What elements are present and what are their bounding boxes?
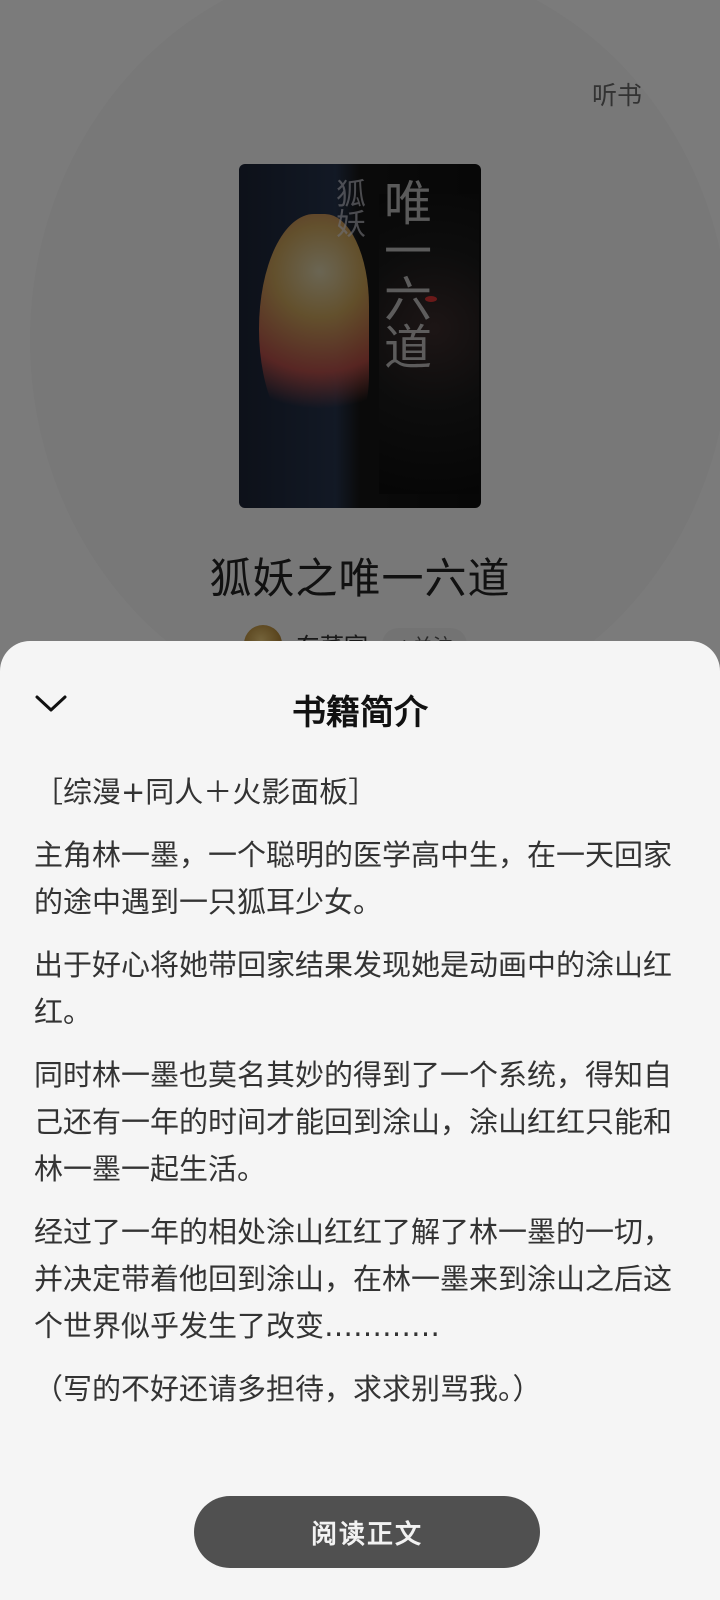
synopsis-paragraph: 出于好心将她带回家结果发现她是动画中的涂山红红。 — [34, 948, 673, 1029]
synopsis-paragraph: 同时林一墨也莫名其妙的得到了一个系统，得知自己还有一年的时间才能回到涂山，涂山红… — [34, 1058, 673, 1186]
synopsis-paragraph: ［综漫+同人＋火影面板］ — [34, 775, 378, 809]
synopsis-paragraph: 经过了一年的相处涂山红红了解了林一墨的一切，并决定带着他回到涂山，在林一墨来到涂… — [34, 1215, 673, 1343]
read-content-button[interactable]: 阅读正文 — [194, 1496, 540, 1568]
synopsis-text: ［综漫+同人＋火影面板］ 主角林一墨，一个聪明的医学高中生，在一天回家的途中遇到… — [34, 769, 686, 1429]
synopsis-paragraph: 主角林一墨，一个聪明的医学高中生，在一天回家的途中遇到一只狐耳少女。 — [34, 838, 673, 919]
sheet-title: 书籍简介 — [292, 693, 428, 733]
synopsis-sheet: 书籍简介 ［综漫+同人＋火影面板］ 主角林一墨，一个聪明的医学高中生，在一天回家… — [0, 641, 720, 1600]
synopsis-paragraph: （写的不好还请多担待，求求别骂我。） — [34, 1372, 542, 1406]
